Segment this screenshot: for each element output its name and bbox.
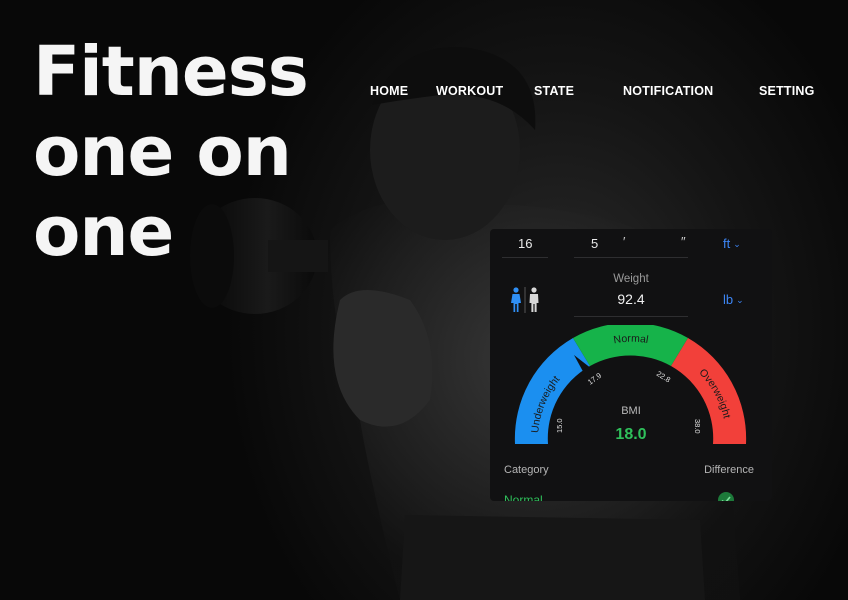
nav-home[interactable]: HOME bbox=[370, 84, 408, 98]
chevron-down-icon: ⌄ bbox=[736, 295, 744, 305]
weight-underline bbox=[574, 316, 688, 317]
feet-underline bbox=[502, 257, 548, 258]
male-icon[interactable] bbox=[528, 287, 542, 313]
weight-label: Weight bbox=[613, 273, 649, 285]
inch-underline bbox=[574, 257, 688, 258]
check-icon bbox=[718, 492, 734, 501]
bmi-calculator-panel: 16 5 ′ ″ ft ⌄ Weight 92.4 lb ⌄ Underweig… bbox=[490, 229, 772, 501]
hero-line-1: Fitness bbox=[33, 32, 309, 112]
gauge-segment-normal bbox=[573, 325, 688, 366]
category-label: Category bbox=[504, 464, 549, 476]
bmi-label: BMI bbox=[621, 405, 641, 417]
hero-line-2: one on bbox=[33, 112, 292, 192]
height-inch-field[interactable]: 5 bbox=[591, 236, 598, 251]
hero-line-3: one bbox=[33, 192, 174, 272]
height-feet-field[interactable]: 16 bbox=[518, 236, 532, 251]
height-unit-select[interactable]: ft ⌄ bbox=[723, 236, 741, 251]
gender-selector[interactable] bbox=[510, 287, 542, 313]
category-value: Normal bbox=[504, 493, 543, 501]
nav-workout[interactable]: WORKOUT bbox=[436, 84, 503, 98]
nav-state[interactable]: STATE bbox=[534, 84, 574, 98]
weight-unit-select[interactable]: lb ⌄ bbox=[723, 292, 744, 307]
difference-label: Difference bbox=[704, 464, 754, 476]
feet-mark: ′ bbox=[623, 234, 626, 249]
bmi-value: 18.0 bbox=[615, 426, 647, 443]
height-row: 16 5 ′ ″ ft ⌄ bbox=[490, 229, 772, 261]
chevron-down-icon: ⌄ bbox=[733, 239, 741, 249]
tick-22-8: 22.8 bbox=[655, 369, 672, 384]
weight-input[interactable]: 92.4 bbox=[574, 291, 688, 307]
hero-title: Fitness one on one bbox=[33, 32, 353, 272]
nav-setting[interactable]: SETTING bbox=[759, 84, 815, 98]
weight-unit-label: lb bbox=[723, 292, 734, 307]
main-nav: HOME WORKOUT STATE NOTIFICATION SETTING bbox=[0, 84, 848, 100]
nav-notification[interactable]: NOTIFICATION bbox=[623, 84, 713, 98]
inch-mark: ″ bbox=[681, 234, 686, 249]
height-unit-label: ft bbox=[723, 236, 731, 251]
